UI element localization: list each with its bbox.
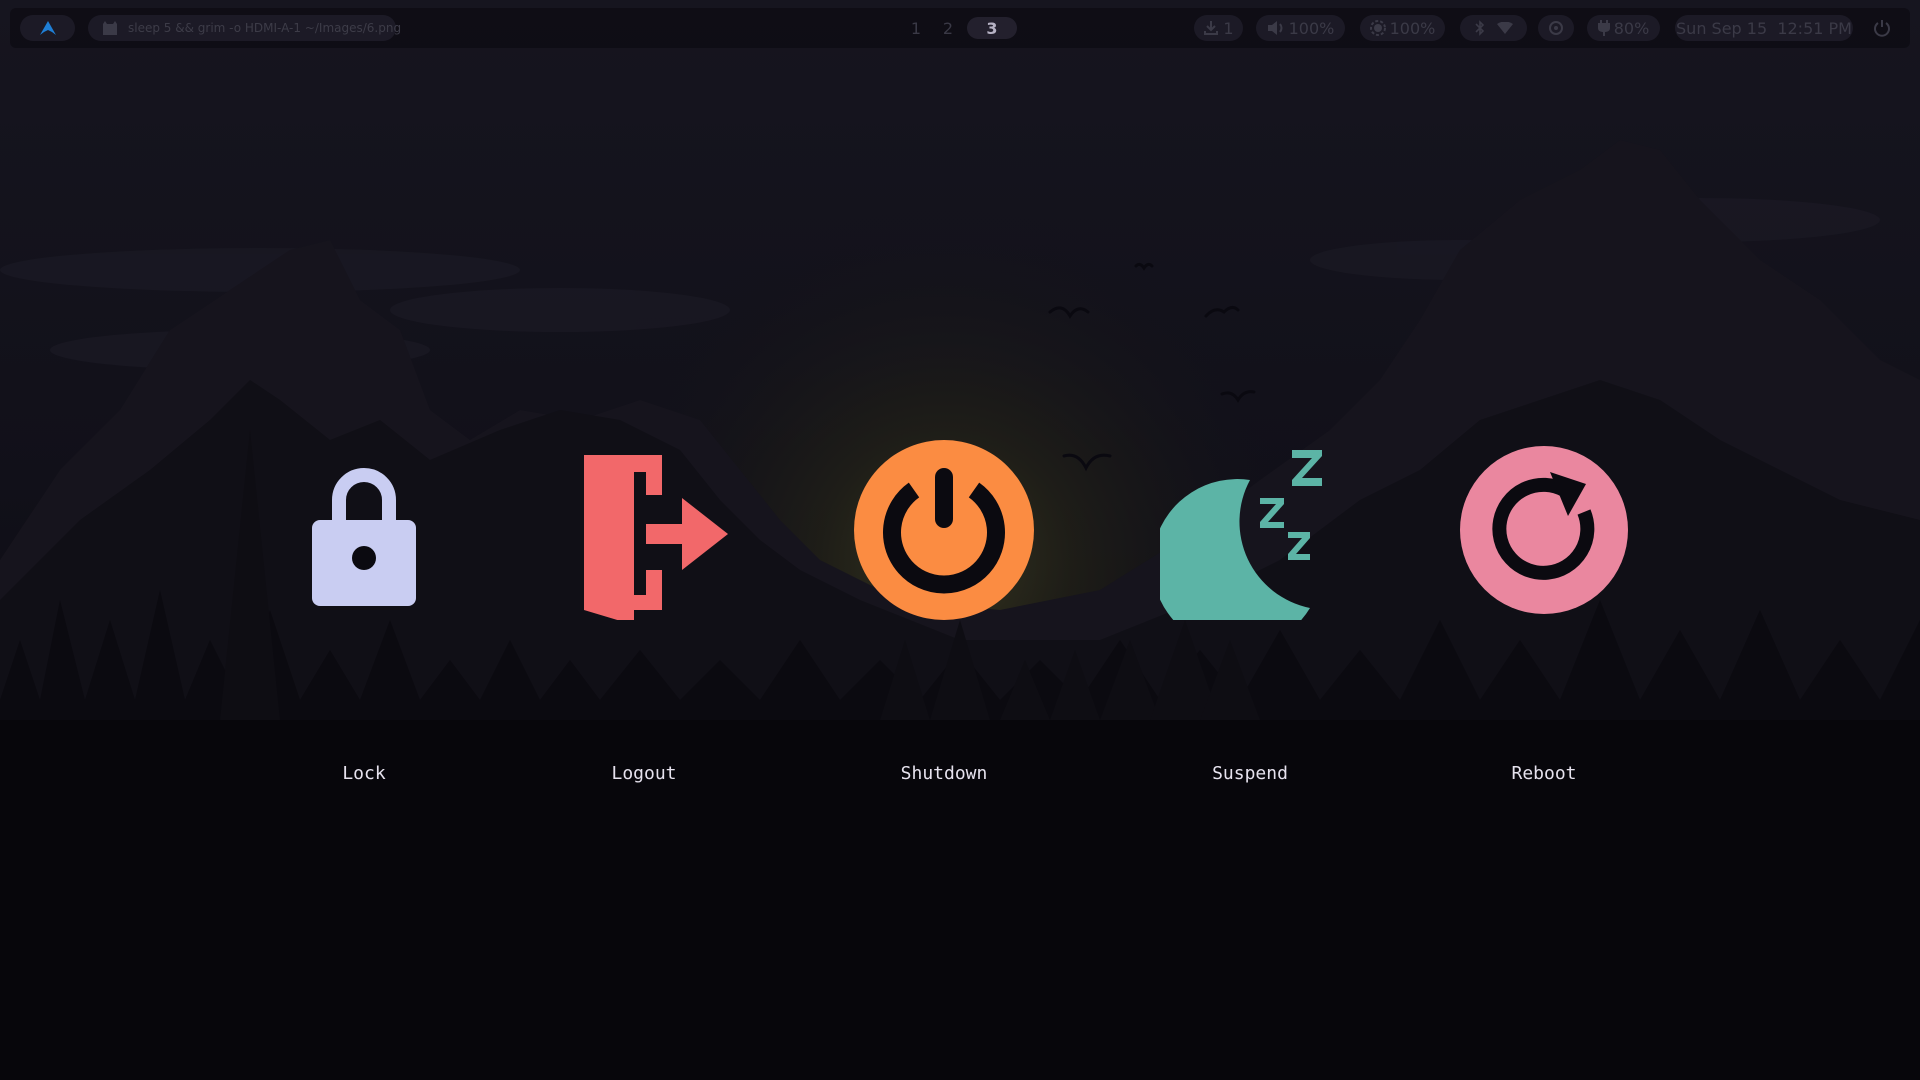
idle-inhibitor-icon [1548,20,1564,36]
download-icon [1203,20,1219,36]
brightness-icon [1369,20,1386,36]
brightness-indicator[interactable]: 100% [1360,15,1445,41]
workspace-1[interactable]: 1 [905,17,927,39]
updates-count: 1 [1223,18,1234,38]
shutdown-power-icon [854,440,1034,620]
bluetooth-icon[interactable] [1474,20,1485,36]
suspend-label: Suspend [1212,763,1288,784]
suspend-option[interactable]: Suspend [1130,440,1370,800]
launcher-button[interactable] [20,15,75,41]
power-plug-icon [1597,20,1610,36]
speaker-icon [1267,20,1285,36]
power-icon [1873,19,1891,37]
workspace-3[interactable]: 3 [967,17,1017,39]
terminal-cat-icon [102,20,118,36]
logout-label: Logout [611,763,677,784]
arch-logo-icon [39,21,56,35]
battery-indicator[interactable]: 80% [1587,15,1660,41]
network-group [1460,15,1527,41]
logout-option[interactable]: Logout [524,440,764,800]
brightness-value: 100% [1389,18,1436,38]
shutdown-option[interactable]: Shutdown [824,440,1064,800]
battery-value: 80% [1613,18,1650,38]
wifi-icon[interactable] [1496,22,1513,34]
logout-icon [554,440,734,625]
workspace-2[interactable]: 2 [937,17,959,39]
reboot-icon [1454,440,1634,620]
reboot-option[interactable]: Reboot [1424,440,1664,800]
moon-sleep-icon [1152,440,1340,650]
idle-inhibitor-button[interactable] [1538,15,1574,41]
active-window-title: sleep 5 && grim -o HDMI-A-1 ~/Images/6.p… [128,21,402,35]
volume-value: 100% [1288,18,1335,38]
lock-option[interactable]: Lock [244,440,484,800]
lock-label: Lock [342,763,386,784]
volume-indicator[interactable]: 100% [1256,15,1345,41]
shutdown-label: Shutdown [900,763,988,784]
active-window[interactable]: sleep 5 && grim -o HDMI-A-1 ~/Images/6.p… [88,15,401,41]
clock[interactable]: Sun Sep 15 12:51 PM [1675,15,1853,41]
updates-indicator[interactable]: 1 [1194,15,1243,41]
lock-icon [274,440,454,620]
reboot-label: Reboot [1511,763,1577,784]
power-menu-button[interactable] [1867,15,1897,41]
top-bar: sleep 5 && grim -o HDMI-A-1 ~/Images/6.p… [10,8,1910,48]
